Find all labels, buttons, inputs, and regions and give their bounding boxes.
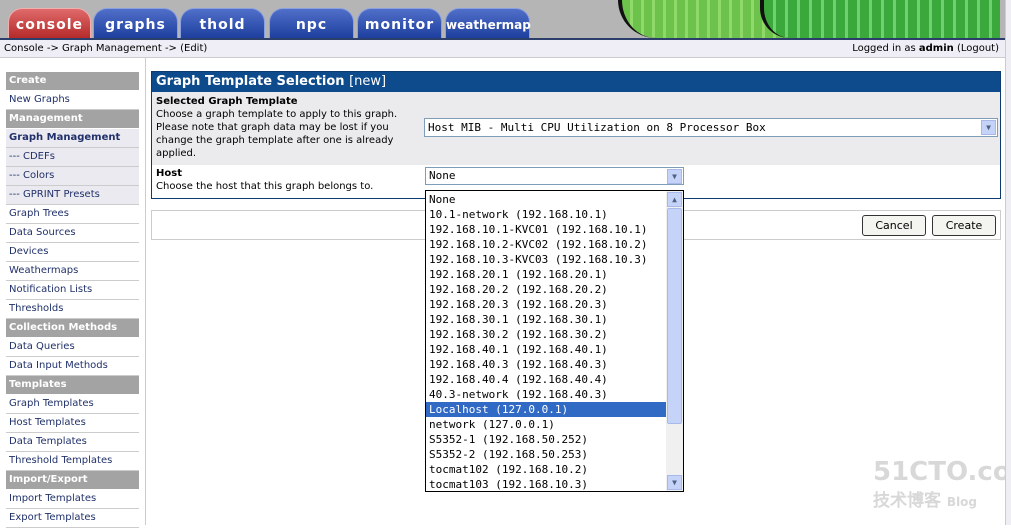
sidebar-item[interactable]: Graph Trees bbox=[6, 205, 139, 224]
sidebar-item[interactable]: Data Sources bbox=[6, 224, 139, 243]
host-option[interactable]: 192.168.20.3 (192.168.20.3) bbox=[426, 297, 666, 312]
host-option[interactable]: 192.168.10.3-KVC03 (192.168.10.3) bbox=[426, 252, 666, 267]
tab-console[interactable]: console bbox=[8, 8, 91, 38]
host-option[interactable]: tocmat103 (192.168.10.3) bbox=[426, 477, 666, 492]
host-option[interactable]: 192.168.10.2-KVC02 (192.168.10.2) bbox=[426, 237, 666, 252]
scrollbar-thumb[interactable] bbox=[667, 208, 682, 424]
graph-template-value: Host MIB - Multi CPU Utilization on 8 Pr… bbox=[428, 121, 766, 134]
host-option[interactable]: 192.168.40.4 (192.168.40.4) bbox=[426, 372, 666, 387]
sidebar-item[interactable]: --- GPRINT Presets bbox=[6, 186, 139, 205]
host-option[interactable]: None bbox=[426, 192, 666, 207]
host-option[interactable]: S5352-2 (192.168.50.253) bbox=[426, 447, 666, 462]
graph-template-select[interactable]: Host MIB - Multi CPU Utilization on 8 Pr… bbox=[424, 118, 998, 137]
scroll-up-icon[interactable]: ▲ bbox=[667, 192, 682, 207]
sidebar-item[interactable]: Host Templates bbox=[6, 414, 139, 433]
sidebar-item[interactable]: Notification Lists bbox=[6, 281, 139, 300]
sidebar-item[interactable]: Data Queries bbox=[6, 338, 139, 357]
watermark-line3: Blog bbox=[946, 495, 978, 509]
host-option[interactable]: 192.168.20.2 (192.168.20.2) bbox=[426, 282, 666, 297]
template-description: Choose a graph template to apply to this… bbox=[156, 109, 398, 159]
sidebar-item[interactable]: New Graphs bbox=[6, 91, 139, 110]
watermark-line1: 51CTO.com bbox=[873, 457, 1011, 487]
sidebar-item[interactable]: Weathermaps bbox=[6, 262, 139, 281]
host-option[interactable]: tocmat102 (192.168.10.2) bbox=[426, 462, 666, 477]
cactus-logo-right bbox=[760, 0, 1000, 38]
breadcrumb-bar: Console -> Graph Management -> (Edit) Lo… bbox=[0, 38, 1005, 58]
host-select[interactable]: None ▼ bbox=[425, 167, 684, 185]
watermark-line2: 技术博客 bbox=[873, 491, 941, 511]
scroll-down-icon[interactable]: ▼ bbox=[667, 475, 682, 490]
template-row: Selected Graph Template Choose a graph te… bbox=[152, 92, 1000, 165]
logout-link[interactable]: (Logout) bbox=[957, 43, 999, 54]
host-label: Host bbox=[156, 168, 182, 179]
host-option[interactable]: 10.1-network (192.168.10.1) bbox=[426, 207, 666, 222]
tab-graphs[interactable]: graphs bbox=[93, 8, 178, 38]
dropdown-scrollbar[interactable]: ▲ ▼ bbox=[666, 191, 683, 491]
breadcrumb[interactable]: Console -> Graph Management -> (Edit) bbox=[4, 43, 207, 54]
graph-template-panel: Graph Template Selection [new] Selected … bbox=[151, 71, 1001, 199]
sidebar-section-header: Management bbox=[6, 110, 139, 129]
sidebar-item[interactable]: Thresholds bbox=[6, 300, 139, 319]
tab-monitor[interactable]: monitor bbox=[357, 8, 442, 38]
tab-weathermap[interactable]: weathermap bbox=[445, 8, 531, 38]
sidebar-item[interactable]: Data Templates bbox=[6, 433, 139, 452]
cancel-button[interactable]: Cancel bbox=[862, 215, 926, 236]
create-button[interactable]: Create bbox=[932, 215, 996, 236]
host-description: Choose the host that this graph belongs … bbox=[156, 181, 374, 192]
tab-npc[interactable]: npc bbox=[269, 8, 354, 38]
sidebar-item[interactable]: Threshold Templates bbox=[6, 452, 139, 471]
host-option[interactable]: network (127.0.0.1) bbox=[426, 417, 666, 432]
chevron-down-icon[interactable]: ▼ bbox=[981, 120, 996, 135]
sidebar-divider bbox=[145, 58, 146, 525]
sidebar: Create New Graphs Management Graph Manageme… bbox=[6, 72, 139, 528]
sidebar-item[interactable]: Devices bbox=[6, 243, 139, 262]
panel-title: Graph Template Selection bbox=[156, 74, 345, 89]
host-option[interactable]: Localhost (127.0.0.1) bbox=[426, 402, 666, 417]
watermark-logo: 51CTO.com 技术博客 Blog bbox=[873, 458, 1011, 511]
top-banner: console graphs thold npc monitor weather… bbox=[0, 0, 1011, 38]
login-status: Logged in as admin (Logout) bbox=[852, 43, 999, 54]
login-prefix: Logged in as bbox=[852, 43, 919, 54]
host-option[interactable]: 192.168.40.1 (192.168.40.1) bbox=[426, 342, 666, 357]
sidebar-section-header: Templates bbox=[6, 376, 139, 395]
host-option[interactable]: 192.168.40.3 (192.168.40.3) bbox=[426, 357, 666, 372]
template-label: Selected Graph Template bbox=[156, 96, 298, 107]
host-option[interactable]: 192.168.30.2 (192.168.30.2) bbox=[426, 327, 666, 342]
host-option[interactable]: 192.168.30.1 (192.168.30.1) bbox=[426, 312, 666, 327]
sidebar-section-header: Collection Methods bbox=[6, 319, 139, 338]
sidebar-item[interactable]: Export Templates bbox=[6, 509, 139, 528]
sidebar-item[interactable]: Import Templates bbox=[6, 490, 139, 509]
host-option[interactable]: 192.168.20.1 (192.168.20.1) bbox=[426, 267, 666, 282]
page-scrollbar[interactable] bbox=[1005, 0, 1011, 525]
host-option[interactable]: 192.168.10.1-KVC01 (192.168.10.1) bbox=[426, 222, 666, 237]
tab-thold[interactable]: thold bbox=[180, 8, 265, 38]
sidebar-item[interactable]: --- Colors bbox=[6, 167, 139, 186]
sidebar-item[interactable]: Graph Templates bbox=[6, 395, 139, 414]
sidebar-section-header: Import/Export bbox=[6, 471, 139, 490]
sidebar-item[interactable]: Graph Management bbox=[6, 129, 139, 148]
login-user: admin bbox=[918, 43, 954, 54]
host-dropdown-list[interactable]: None 10.1-network (192.168.10.1) 192.168.1… bbox=[425, 190, 684, 492]
panel-header: Graph Template Selection [new] bbox=[152, 72, 1000, 92]
host-select-value: None bbox=[429, 169, 456, 182]
sidebar-item[interactable]: Data Input Methods bbox=[6, 357, 139, 376]
panel-title-suffix: [new] bbox=[349, 74, 387, 89]
sidebar-section-header: Create bbox=[6, 72, 139, 91]
chevron-down-icon[interactable]: ▼ bbox=[667, 169, 682, 184]
host-option[interactable]: S5352-1 (192.168.50.252) bbox=[426, 432, 666, 447]
host-option[interactable]: 40.3-network (192.168.40.3) bbox=[426, 387, 666, 402]
sidebar-item[interactable]: --- CDEFs bbox=[6, 148, 139, 167]
